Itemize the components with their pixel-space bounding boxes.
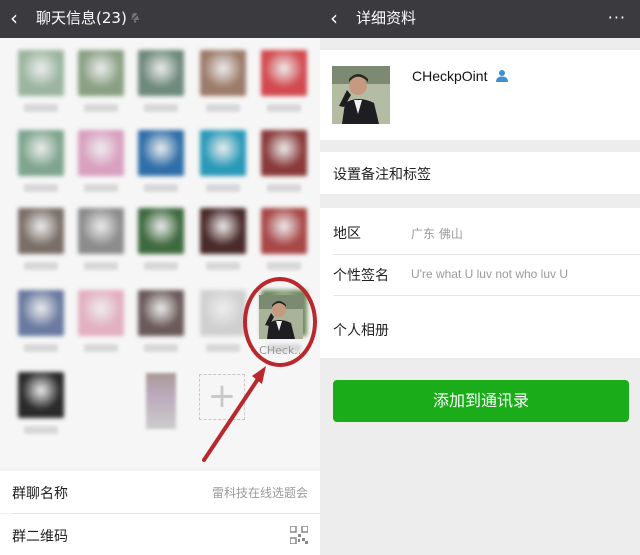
back-button[interactable]: ‹ [10, 6, 18, 30]
member-photo [138, 208, 184, 254]
profile-title: 详细资料 [356, 9, 417, 27]
member-avatar[interactable] [133, 130, 189, 192]
member-avatar-blurred[interactable] [146, 373, 176, 429]
album-row[interactable]: 个人相册 [320, 296, 640, 358]
member-photo [18, 208, 64, 254]
member-name-blurred [144, 184, 178, 192]
region-value: 广东 佛山 [411, 227, 463, 241]
signature-label: 个性签名 [333, 268, 389, 284]
member-avatar[interactable] [13, 50, 69, 112]
chat-info-panel: ‹ 聊天信息(23) + CHeck... 群聊名称 雷科技在线选题会 群二维码 [0, 0, 320, 555]
member-avatar[interactable] [195, 208, 251, 270]
member-name-blurred [144, 262, 178, 270]
member-name-blurred [84, 262, 118, 270]
remark-tag-row[interactable]: 设置备注和标签 [320, 152, 640, 194]
member-photo [78, 208, 124, 254]
profile-avatar[interactable] [332, 66, 390, 124]
member-avatar[interactable] [256, 130, 312, 192]
group-name-value: 雷科技在线选题会 [211, 486, 308, 500]
member-photo [78, 290, 124, 336]
back-button[interactable]: ‹ [330, 6, 338, 30]
signature-value: U're what U luv not who luv U [411, 267, 569, 281]
member-name-blurred [24, 426, 58, 434]
profile-card: CHeckpOint [320, 50, 640, 140]
signature-row: 个性签名 U're what U luv not who luv U [320, 255, 640, 295]
member-name-blurred [267, 184, 301, 192]
region-row: 地区 广东 佛山 [320, 208, 640, 254]
member-avatar[interactable] [195, 130, 251, 192]
member-avatar[interactable] [133, 290, 189, 352]
member-name-blurred [24, 344, 58, 352]
member-avatar[interactable] [133, 50, 189, 112]
member-name-blurred [267, 104, 301, 112]
member-photo [78, 50, 124, 96]
member-photo [138, 130, 184, 176]
group-qr-label: 群二维码 [12, 529, 68, 545]
member-name-blurred [144, 104, 178, 112]
add-to-contacts-button[interactable]: 添加到通讯录 [333, 380, 629, 422]
member-name-blurred [206, 104, 240, 112]
member-name-blurred [24, 262, 58, 270]
member-avatar[interactable] [256, 208, 312, 270]
member-photo [261, 130, 307, 176]
member-photo [18, 290, 64, 336]
profile-name: CHeckpOint [412, 68, 488, 84]
member-photo [200, 208, 246, 254]
member-name-blurred [144, 344, 178, 352]
bell-muted-icon [130, 12, 140, 23]
member-photo [138, 290, 184, 336]
right-title-bar: ‹ 详细资料 ··· [320, 0, 640, 38]
member-name-blurred [84, 104, 118, 112]
profile-photo [332, 66, 390, 124]
group-qr-row[interactable]: 群二维码 [0, 514, 320, 555]
group-name-row[interactable]: 群聊名称 雷科技在线选题会 [0, 471, 320, 513]
member-avatar[interactable] [73, 208, 129, 270]
member-avatar[interactable] [73, 130, 129, 192]
highlight-circle [243, 277, 317, 367]
member-avatar[interactable] [195, 50, 251, 112]
member-avatar[interactable] [256, 50, 312, 112]
member-avatar[interactable] [13, 208, 69, 270]
person-icon [496, 70, 508, 82]
member-name-blurred [206, 184, 240, 192]
member-name-blurred [84, 184, 118, 192]
member-photo [78, 130, 124, 176]
member-photo [18, 50, 64, 96]
album-label: 个人相册 [333, 323, 389, 339]
info-section: 地区 广东 佛山 个性签名 U're what U luv not who lu… [320, 208, 640, 358]
left-title-bar: ‹ 聊天信息(23) [0, 0, 320, 38]
member-name-blurred [267, 262, 301, 270]
more-icon[interactable]: ··· [608, 8, 626, 27]
qr-code-icon [290, 526, 308, 544]
profile-detail-panel: ‹ 详细资料 ··· CHeckpOint 设置备注和标签 地区 广东 佛山 个… [320, 0, 640, 555]
member-avatar[interactable] [73, 50, 129, 112]
member-photo [200, 290, 246, 336]
member-name-blurred [206, 262, 240, 270]
member-avatar[interactable] [13, 130, 69, 192]
member-photo [138, 50, 184, 96]
member-avatar[interactable] [13, 372, 69, 434]
member-avatar[interactable] [73, 290, 129, 352]
member-photo [261, 208, 307, 254]
region-label: 地区 [333, 226, 361, 242]
member-photo [18, 130, 64, 176]
remark-tag-label: 设置备注和标签 [333, 167, 431, 183]
member-name-blurred [24, 184, 58, 192]
member-avatar[interactable] [13, 290, 69, 352]
member-photo [261, 50, 307, 96]
member-name-blurred [24, 104, 58, 112]
member-photo [200, 50, 246, 96]
member-name-blurred [206, 344, 240, 352]
member-avatar[interactable] [133, 208, 189, 270]
member-photo [200, 130, 246, 176]
add-member-button[interactable]: + [199, 374, 245, 420]
member-name-blurred [84, 344, 118, 352]
member-photo [18, 372, 64, 418]
group-name-label: 群聊名称 [12, 486, 68, 502]
chat-info-title: 聊天信息(23) [36, 9, 127, 27]
